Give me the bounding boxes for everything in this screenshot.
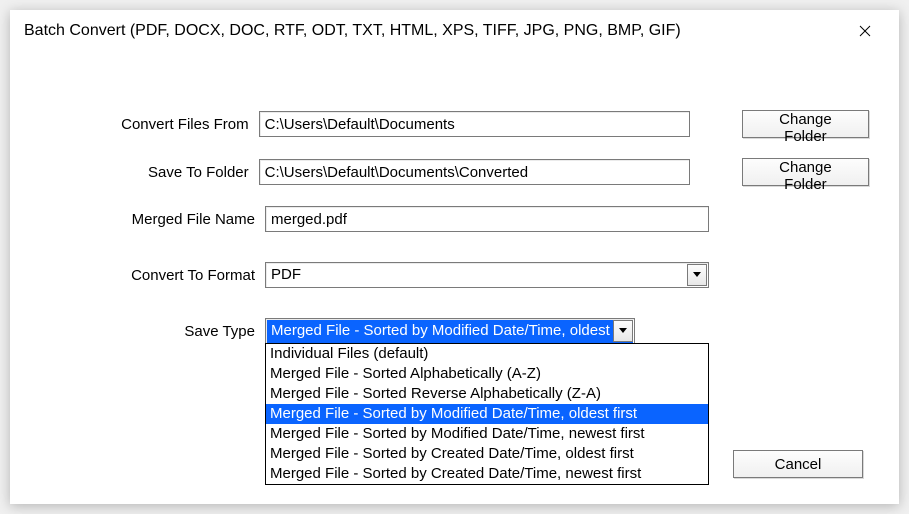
merged-name-input[interactable] — [265, 206, 709, 232]
change-folder-to-button[interactable]: Change Folder — [742, 158, 869, 186]
row-convert-from: Convert Files From Change Folder — [40, 110, 869, 138]
label-merged-name: Merged File Name — [40, 211, 265, 228]
close-icon — [859, 25, 871, 37]
save-type-dropdown: Individual Files (default)Merged File - … — [265, 343, 709, 485]
titlebar: Batch Convert (PDF, DOCX, DOC, RTF, ODT,… — [10, 10, 899, 50]
close-button[interactable] — [845, 16, 885, 46]
row-convert-format: Convert To Format PDF — [40, 262, 869, 288]
label-convert-from: Convert Files From — [40, 116, 259, 133]
save-type-option[interactable]: Merged File - Sorted Alphabetically (A-Z… — [266, 364, 708, 384]
label-convert-format: Convert To Format — [40, 267, 265, 284]
row-save-to: Save To Folder Change Folder — [40, 158, 869, 186]
dialog-content: Convert Files From Change Folder Save To… — [10, 50, 899, 384]
row-save-type: Save Type Merged File - Sorted by Modifi… — [40, 318, 869, 344]
save-type-option[interactable]: Merged File - Sorted by Modified Date/Ti… — [266, 424, 708, 444]
save-type-option[interactable]: Individual Files (default) — [266, 344, 708, 364]
row-merged-name: Merged File Name — [40, 206, 869, 232]
convert-from-input[interactable] — [259, 111, 690, 137]
convert-format-value: PDF — [266, 263, 306, 287]
convert-format-arrow[interactable] — [687, 264, 707, 286]
save-to-input[interactable] — [259, 159, 690, 185]
chevron-down-icon — [693, 272, 701, 278]
change-folder-from-button[interactable]: Change Folder — [742, 110, 869, 138]
label-save-type: Save Type — [40, 323, 265, 340]
save-type-option[interactable]: Merged File - Sorted Reverse Alphabetica… — [266, 384, 708, 404]
save-type-option[interactable]: Merged File - Sorted by Modified Date/Ti… — [266, 404, 708, 424]
batch-convert-dialog: Batch Convert (PDF, DOCX, DOC, RTF, ODT,… — [10, 10, 899, 504]
save-type-option[interactable]: Merged File - Sorted by Created Date/Tim… — [266, 444, 708, 464]
save-type-select[interactable]: Merged File - Sorted by Modified Date/Ti… — [265, 318, 635, 344]
convert-format-select[interactable]: PDF — [265, 262, 709, 288]
save-type-option[interactable]: Merged File - Sorted by Created Date/Tim… — [266, 464, 708, 484]
dialog-title: Batch Convert (PDF, DOCX, DOC, RTF, ODT,… — [24, 22, 681, 40]
chevron-down-icon — [619, 328, 627, 334]
cancel-button[interactable]: Cancel — [733, 450, 863, 478]
label-save-to: Save To Folder — [40, 164, 259, 181]
save-type-arrow[interactable] — [613, 320, 633, 342]
